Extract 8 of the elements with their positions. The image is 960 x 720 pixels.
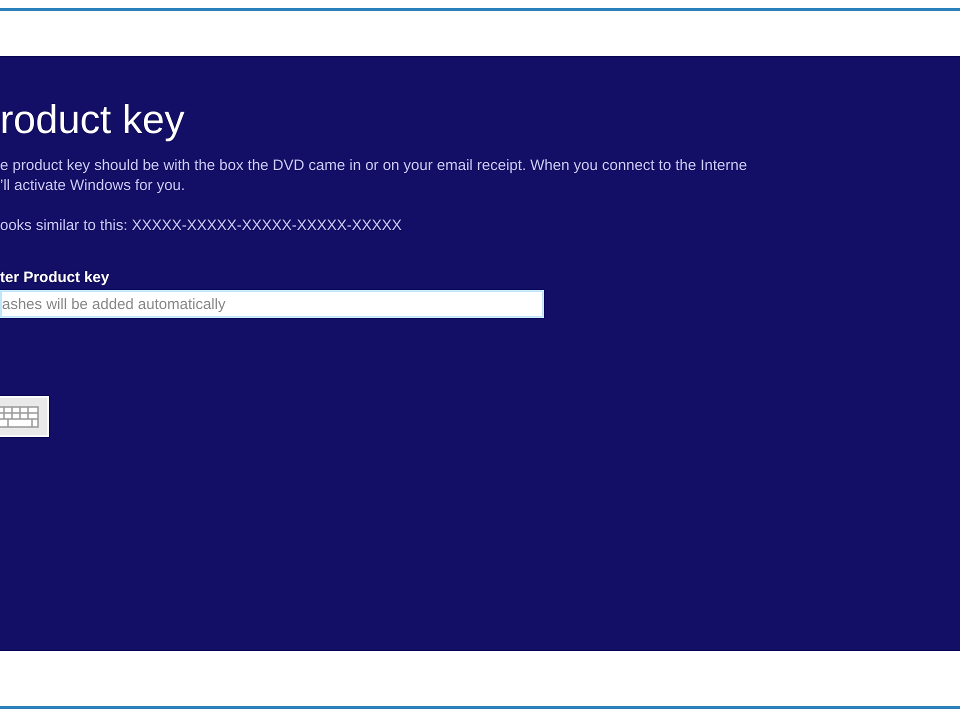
description-line: e product key should be with the box the DVD came in or on your email receipt. When you connect to the Interne <box>0 156 748 176</box>
description-line: ’ll activate Windows for you. <box>0 176 186 196</box>
keyboard-icon <box>0 404 40 428</box>
product-key-field[interactable]: ashes will be added automatically <box>0 290 544 318</box>
keyboard-button[interactable] <box>0 396 49 437</box>
field-label: ter Product key <box>0 268 110 288</box>
page-title: roduct key <box>0 97 186 144</box>
example-key: ooks similar to this: XXXXX-XXXXX-XXXXX-XXXXX-XXXXX <box>0 216 960 236</box>
